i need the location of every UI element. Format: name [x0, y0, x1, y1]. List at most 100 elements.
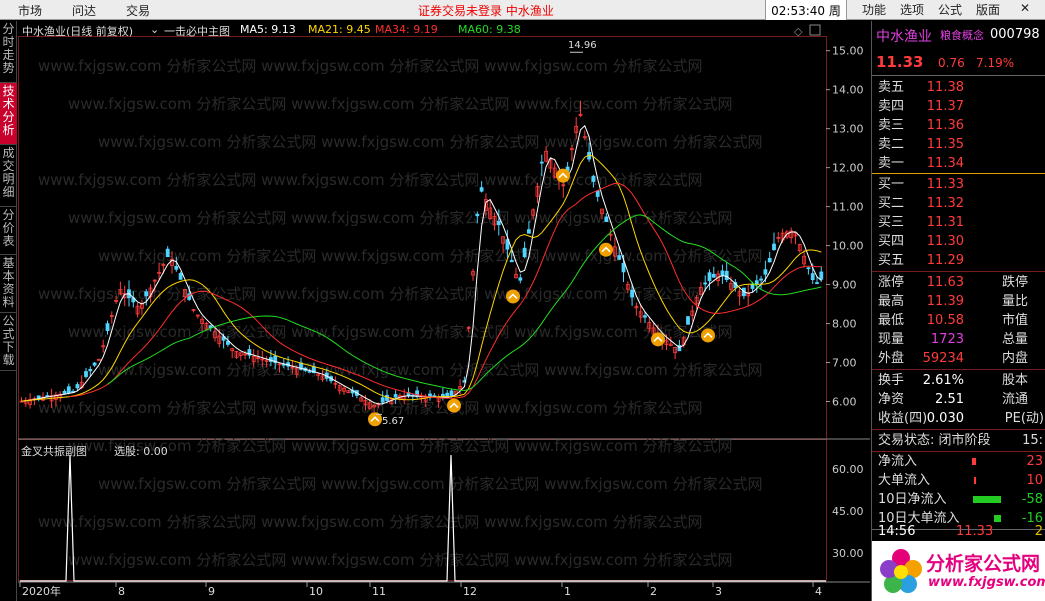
- candle-body: [415, 390, 420, 397]
- candle-body: [707, 272, 712, 282]
- stat-row: 收益(四) 0.030 PE(动): [878, 411, 1044, 426]
- candle-body: [165, 248, 170, 258]
- candle-body: [62, 390, 67, 394]
- watermark-text: www.fxjgsw.com 分析家公式网 www.fxjgsw.com 分析家…: [38, 513, 703, 531]
- ma21-label: MA21: 9.45: [308, 23, 371, 36]
- sub-tick-label: 45.00: [832, 505, 864, 518]
- x-tick-label: 4: [815, 585, 822, 598]
- tab-formula-download[interactable]: 公式下载: [0, 313, 17, 371]
- stock-name: 中水渔业: [876, 29, 932, 45]
- candle-body: [759, 278, 763, 281]
- candle-body: [518, 277, 523, 281]
- flow-row: 大单流入 10: [878, 473, 1043, 488]
- main-indicator[interactable]: 一击必中主图: [164, 23, 230, 39]
- candle-body: [208, 325, 213, 329]
- tab-technical[interactable]: 技术分析: [0, 83, 17, 145]
- candle-body: [449, 390, 454, 396]
- tab-price-table[interactable]: 分价表: [0, 207, 17, 255]
- top-menu-bar: 市场 问达 交易 证券交易未登录 中水渔业 02:53:40 周三 功能 选项 …: [0, 0, 1045, 35]
- candle-body: [526, 229, 531, 234]
- trade-status: 交易状态: 闭市阶段 15:: [878, 433, 1043, 448]
- watermark-text: www.fxjgsw.com 分析家公式网 www.fxjgsw.com 分析家…: [98, 361, 763, 379]
- diamond-icon: ◇: [794, 25, 803, 38]
- buy-signal-icon: [651, 332, 665, 347]
- bid-row[interactable]: 买四 11.30: [872, 232, 1045, 251]
- sub-tick-label: 30.00: [832, 547, 864, 560]
- bid-row[interactable]: 买二 11.32: [872, 194, 1045, 213]
- logo-title: 分析家公式网: [926, 553, 1041, 575]
- y-tick-label: 7.00: [832, 357, 857, 370]
- chart-canvas[interactable]: www.fxjgsw.com 分析家公式网 www.fxjgsw.com 分析家…: [18, 21, 870, 601]
- menu-options[interactable]: 选项: [900, 1, 924, 18]
- candle-body: [174, 265, 179, 270]
- concept-tag[interactable]: 粮食概念: [940, 27, 984, 43]
- candle-body: [496, 220, 501, 226]
- candle-body: [84, 371, 88, 377]
- login-notice[interactable]: 证券交易未登录 中水渔业: [418, 2, 554, 19]
- candle-body: [144, 291, 149, 297]
- sub-tick-label: 60.00: [832, 463, 864, 476]
- candle-body: [815, 282, 819, 284]
- stat-row: 净资 2.51 流通: [878, 392, 1028, 407]
- menu-wenda[interactable]: 问达: [72, 2, 96, 19]
- x-tick-label: 9: [208, 585, 215, 598]
- watermark-text: www.fxjgsw.com 分析家公式网 www.fxjgsw.com 分析家…: [38, 285, 703, 303]
- bid-row[interactable]: 买五 11.29: [872, 251, 1045, 270]
- tab-profile[interactable]: 基本资料: [0, 255, 17, 313]
- y-tick-label: 12.00: [832, 162, 864, 175]
- ask-row[interactable]: 卖二 11.35: [872, 135, 1045, 154]
- candle-body: [630, 289, 634, 298]
- candle-body: [711, 273, 716, 278]
- x-tick-label: 8: [118, 585, 125, 598]
- watermark-text: www.fxjgsw.com 分析家公式网 www.fxjgsw.com 分析家…: [98, 133, 763, 151]
- y-tick-label: 9.00: [832, 279, 857, 292]
- menu-formula[interactable]: 公式: [938, 1, 962, 18]
- candle-body: [539, 161, 544, 164]
- candle-body: [763, 269, 768, 275]
- menu-function[interactable]: 功能: [862, 1, 886, 18]
- bid-row[interactable]: 买一 11.33: [872, 175, 1045, 194]
- low-label: 5.67: [382, 416, 405, 427]
- price-change: 0.76: [938, 56, 965, 70]
- chart-title: 中水渔业(日线 前复权): [22, 25, 134, 38]
- watermark-text: www.fxjgsw.com 分析家公式网 www.fxjgsw.com 分析家…: [68, 95, 733, 113]
- watermark-text: www.fxjgsw.com 分析家公式网 www.fxjgsw.com 分析家…: [98, 247, 763, 265]
- flow-row: 净流入 23: [878, 454, 1043, 469]
- candle-body: [772, 243, 776, 251]
- watermark-text: www.fxjgsw.com 分析家公式网 www.fxjgsw.com 分析家…: [68, 323, 733, 341]
- kline-chart[interactable]: www.fxjgsw.com 分析家公式网 www.fxjgsw.com 分析家…: [18, 21, 870, 601]
- candle-body: [105, 323, 110, 331]
- menu-trade[interactable]: 交易: [126, 2, 150, 19]
- candle-body: [724, 270, 729, 281]
- buy-signal-icon: [447, 398, 461, 413]
- bid-row[interactable]: 买三 11.31: [872, 213, 1045, 232]
- high-label: 14.96: [568, 40, 597, 51]
- menu-market[interactable]: 市场: [18, 2, 42, 19]
- tab-trades[interactable]: 成交明细: [0, 145, 17, 207]
- y-tick-label: 13.00: [832, 123, 864, 136]
- menu-layout[interactable]: 版面: [976, 1, 1000, 18]
- tab-intraday[interactable]: 分时走势: [0, 21, 17, 83]
- candle-body: [393, 394, 398, 398]
- buy-signal-icon: [506, 289, 520, 304]
- window-icon: [809, 24, 821, 36]
- candle-body: [617, 255, 622, 260]
- candle-body: [479, 187, 484, 192]
- candle-body: [475, 213, 480, 217]
- candle-body: [92, 362, 97, 366]
- ask-row[interactable]: 卖四 11.37: [872, 97, 1045, 116]
- buy-signal-icon: [556, 168, 570, 183]
- ask-row[interactable]: 卖三 11.36: [872, 116, 1045, 135]
- stat-row: 最高 11.39 量比: [878, 294, 1028, 309]
- last-tick-row: 14:56 11.33 2: [878, 524, 1043, 539]
- site-logo: 分析家公式网 www.fxjgsw.com: [872, 541, 1045, 601]
- ask-row[interactable]: 卖一 11.34: [872, 154, 1045, 173]
- chevron-down-icon[interactable]: ⌄: [150, 23, 159, 36]
- candle-body: [36, 395, 41, 399]
- quote-panel: 中水渔业 粮食概念 000798 11.33 0.76 7.19% 卖五 11.3…: [871, 21, 1045, 601]
- close-icon[interactable]: ✕: [1020, 1, 1030, 15]
- ask-row[interactable]: 卖五 11.38: [872, 78, 1045, 97]
- candle-body: [66, 386, 71, 394]
- candle-body: [509, 260, 514, 263]
- candle-body: [754, 280, 759, 285]
